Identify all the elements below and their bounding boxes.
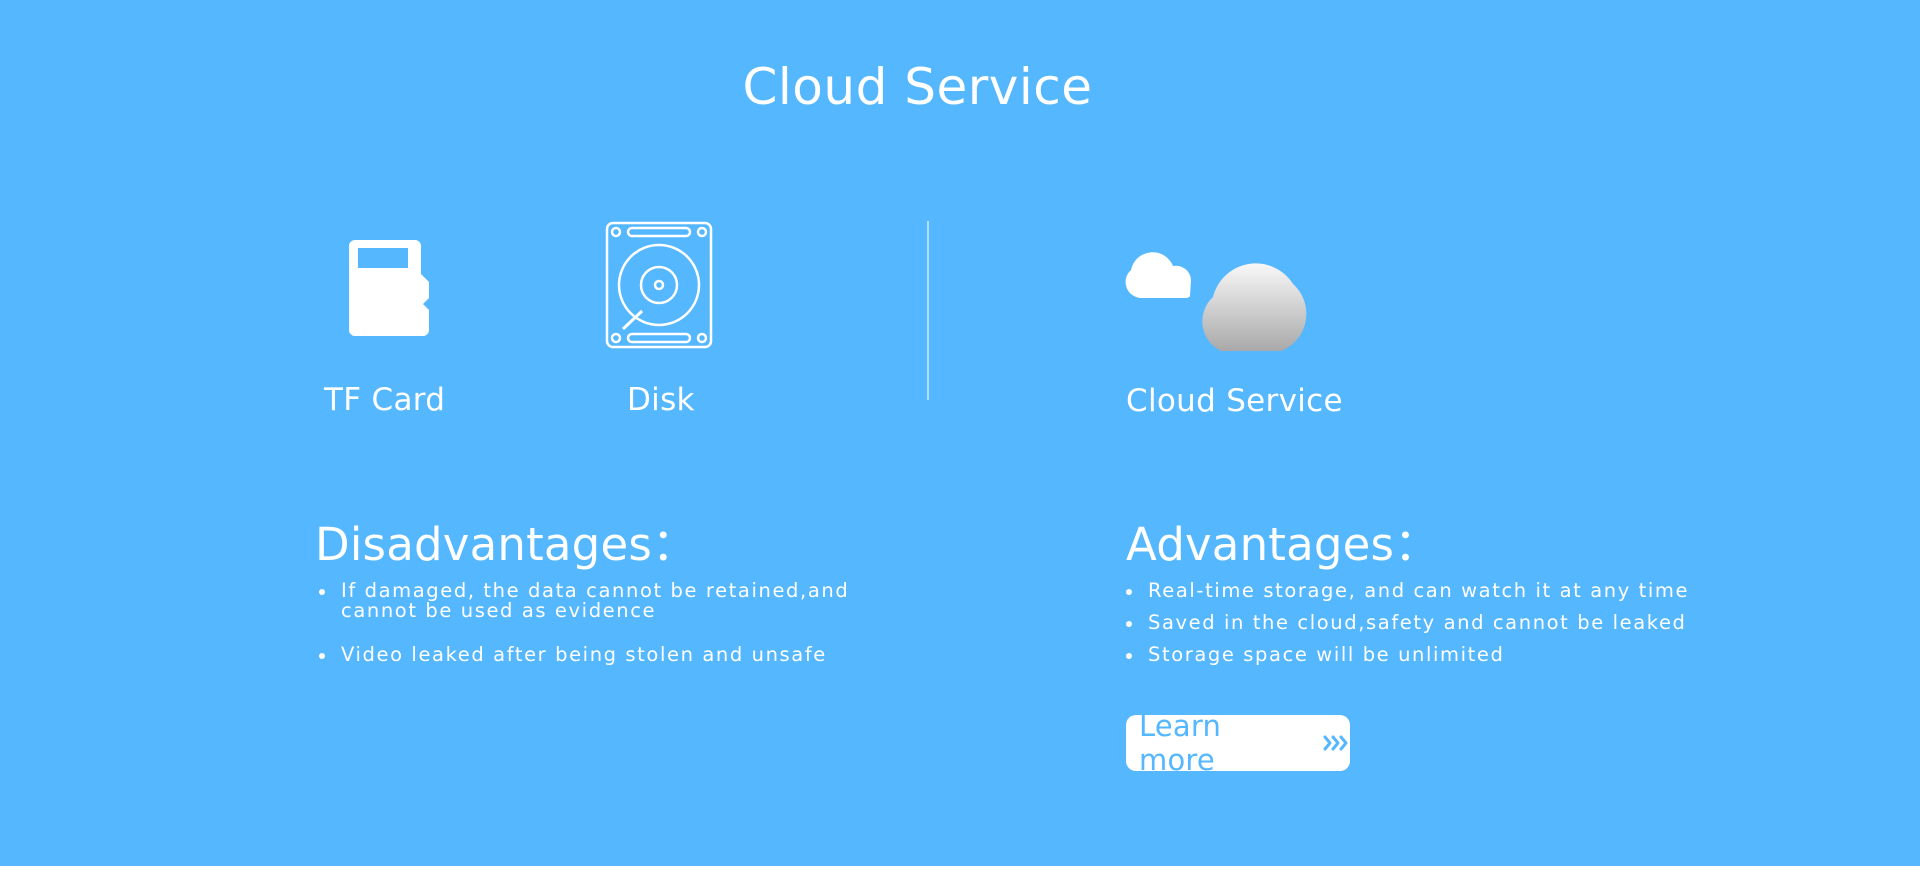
disadvantages-heading: Disadvantages：: [315, 518, 698, 571]
cloud-service-label: Cloud Service: [1126, 383, 1343, 419]
list-item: Saved in the cloud,safety and cannot be …: [1124, 613, 1764, 633]
learn-more-label: Learn more: [1139, 709, 1222, 777]
disk-label: Disk: [627, 382, 695, 418]
divider: [927, 221, 929, 400]
disadvantages-list: If damaged, the data cannot be retained,…: [317, 581, 877, 689]
triple-chevron-right-icon: [1322, 734, 1350, 752]
hard-disk-icon: [605, 221, 713, 353]
list-item: Storage space will be unlimited: [1124, 645, 1764, 665]
advantages-list: Real-time storage, and can watch it at a…: [1124, 581, 1764, 677]
cloud-icon: [1125, 240, 1327, 356]
tf-card-label: TF Card: [324, 382, 446, 418]
page-title: Cloud Service: [742, 58, 1093, 116]
list-item: If damaged, the data cannot be retained,…: [317, 581, 877, 621]
list-item: Video leaked after being stolen and unsa…: [317, 645, 877, 665]
learn-more-button[interactable]: Learn more: [1126, 709, 1350, 777]
list-item: Real-time storage, and can watch it at a…: [1124, 581, 1764, 601]
tf-card-icon: [349, 240, 429, 340]
advantages-heading: Advantages：: [1126, 518, 1440, 571]
cloud-service-section: Cloud Service TF Card Disk Cloud Service…: [0, 0, 1920, 866]
